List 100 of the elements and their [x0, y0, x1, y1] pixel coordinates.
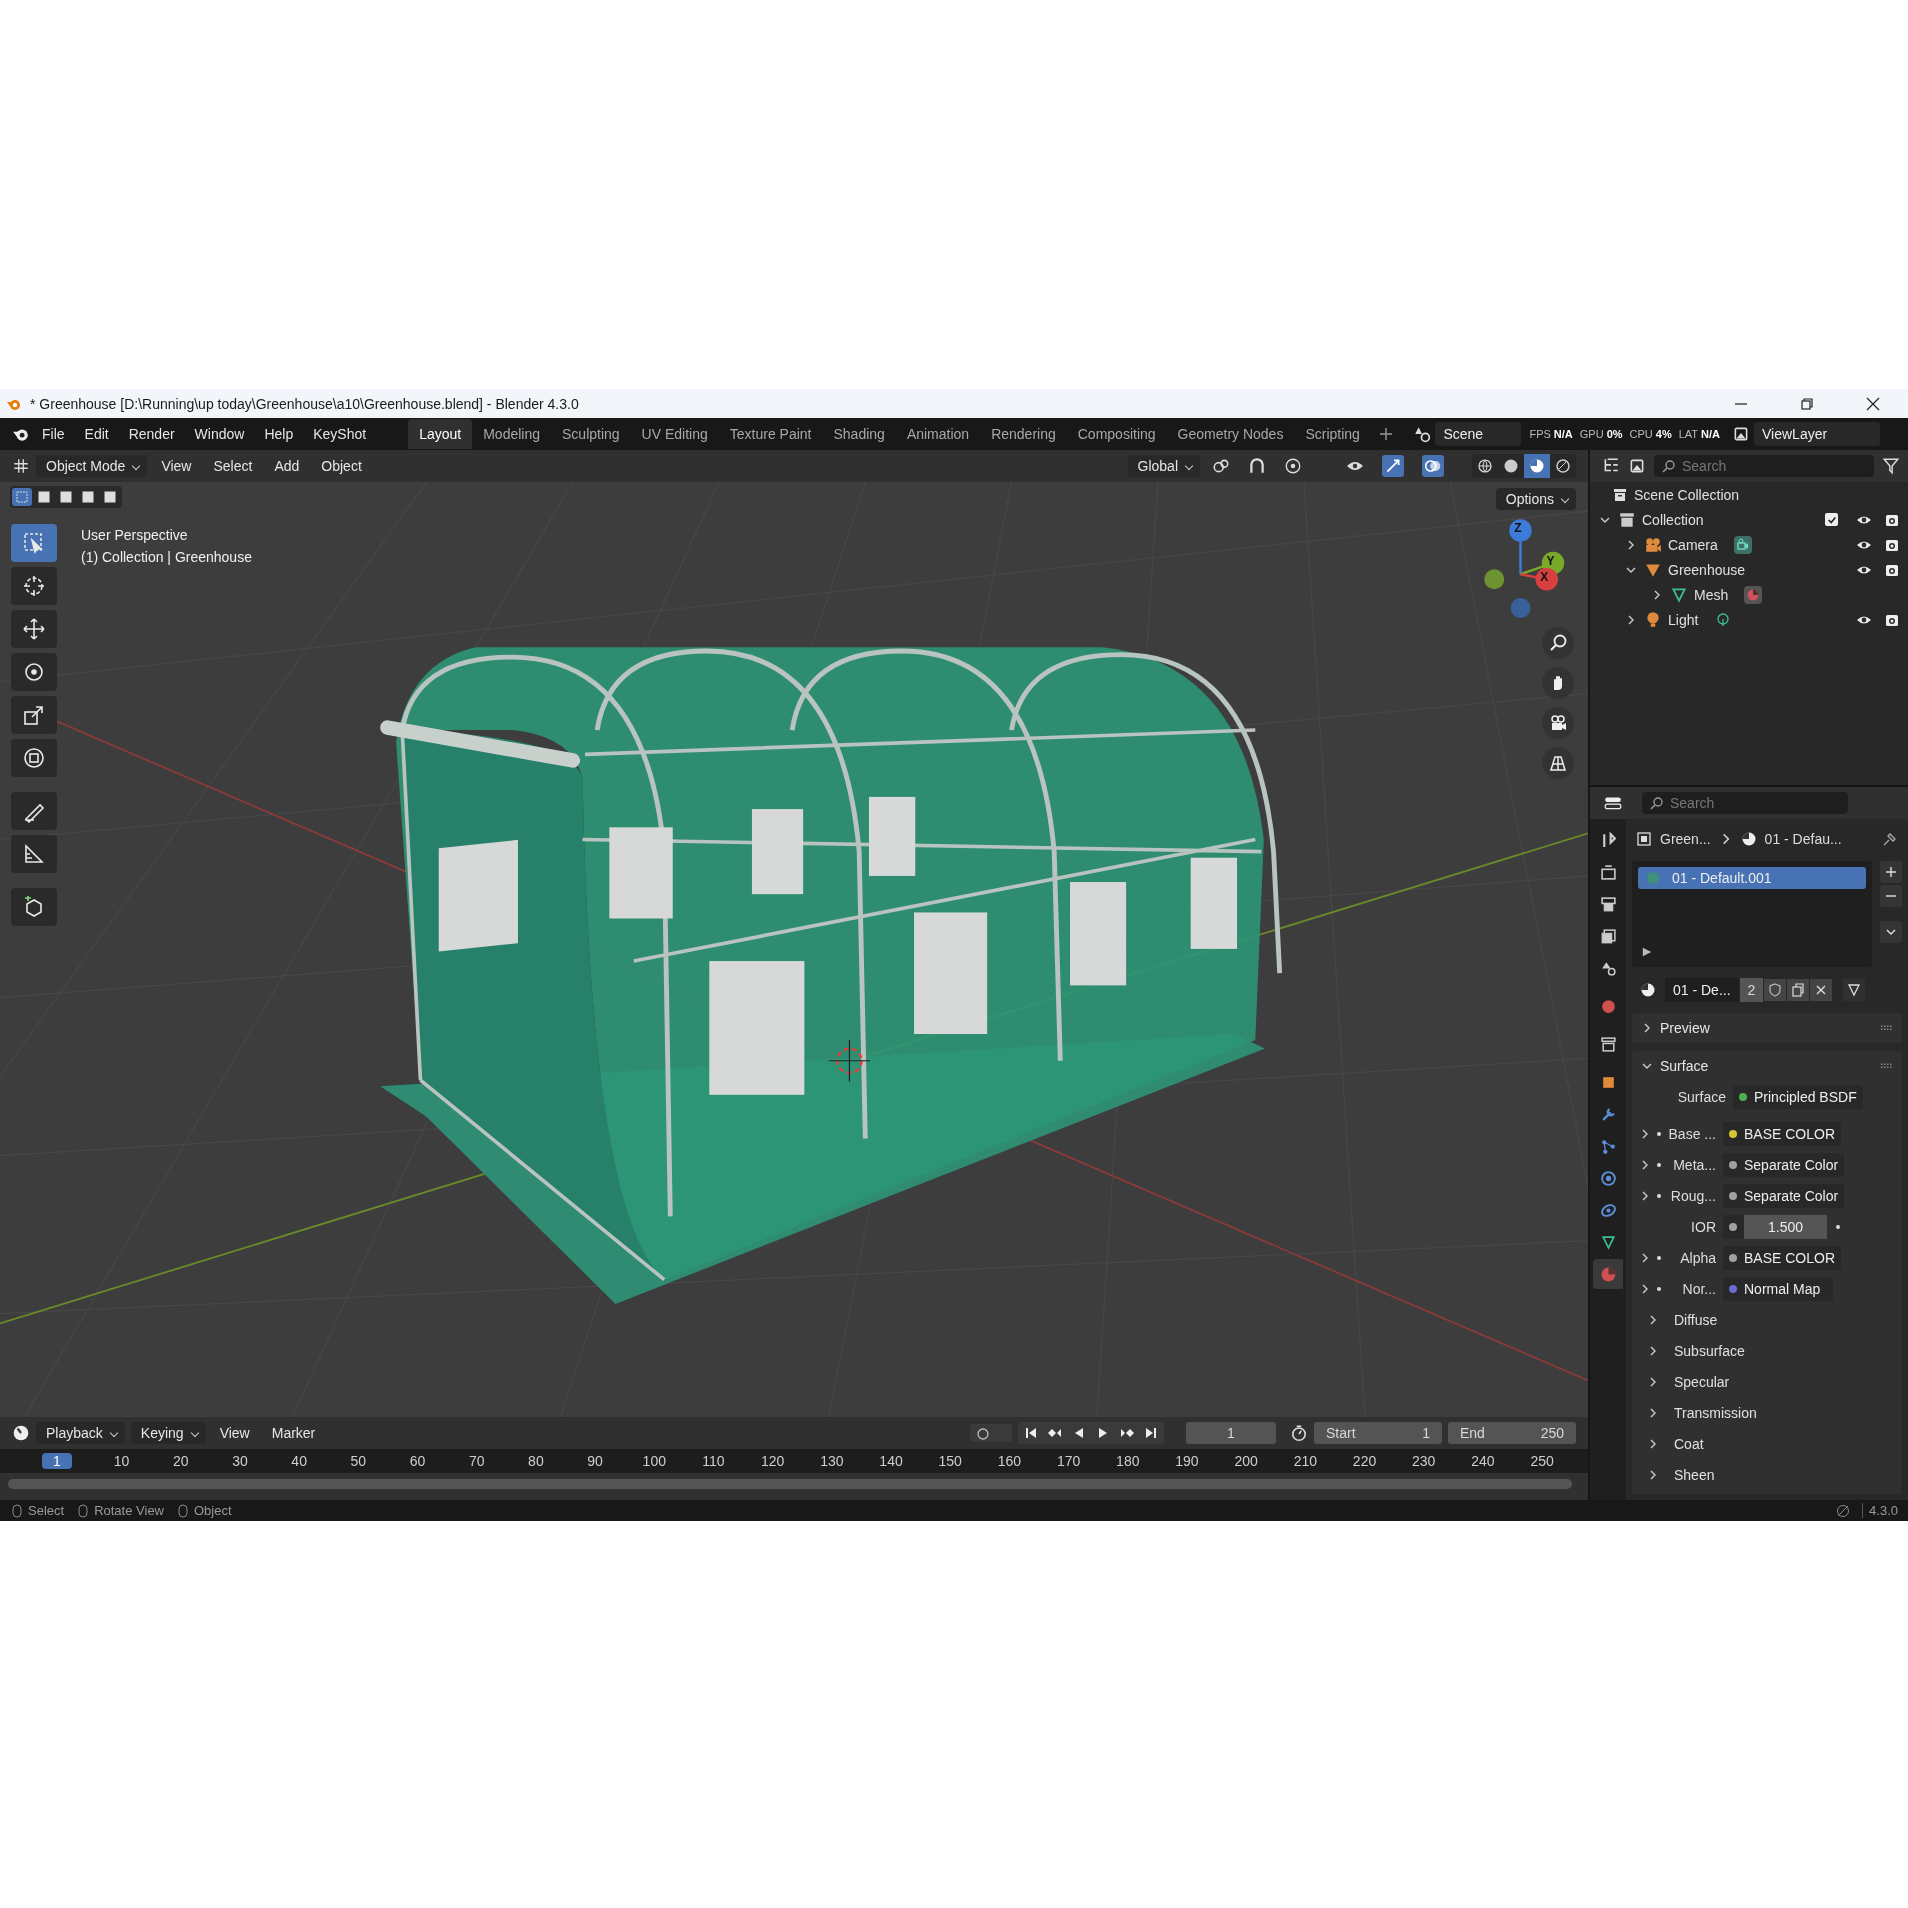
- pin-icon[interactable]: [1882, 831, 1898, 847]
- menu-item[interactable]: KeyShot: [305, 423, 375, 445]
- menu-item[interactable]: Help: [256, 423, 302, 445]
- panel-title[interactable]: Surface: [1660, 1058, 1709, 1074]
- menu-item[interactable]: Edit: [76, 423, 117, 445]
- tree-item-label[interactable]: Greenhouse: [1668, 561, 1746, 578]
- link-field[interactable]: BASE COLOR: [1723, 1245, 1842, 1270]
- menu-item[interactable]: Object: [313, 455, 370, 477]
- shader-field[interactable]: Principled BSDF: [1733, 1084, 1863, 1109]
- jump-start-icon[interactable]: [1024, 1426, 1038, 1440]
- workspace-tab[interactable]: Modeling: [472, 419, 551, 449]
- clock-icon[interactable]: [12, 1424, 30, 1442]
- restore-icon[interactable]: [1800, 396, 1814, 411]
- options-dropdown[interactable]: Options: [1495, 488, 1576, 510]
- image-stack-icon[interactable]: [1628, 457, 1646, 475]
- slot-menu-button[interactable]: [1880, 921, 1902, 943]
- plus-icon[interactable]: [1378, 427, 1393, 441]
- tree-item-label[interactable]: Scene Collection: [1634, 486, 1740, 503]
- menu-item[interactable]: File: [34, 423, 73, 445]
- editor-type-icon[interactable]: [12, 457, 30, 475]
- view-layer-field[interactable]: ViewLayer: [1754, 422, 1880, 446]
- keyframe-dot-icon[interactable]: [1657, 1286, 1661, 1291]
- keyframe-dot-icon[interactable]: [1657, 1131, 1661, 1136]
- material-shading-button[interactable]: [1524, 454, 1550, 478]
- filter-icon[interactable]: [1882, 457, 1900, 475]
- remove-slot-button[interactable]: [1880, 885, 1902, 907]
- start-frame-field[interactable]: Start 1: [1314, 1422, 1442, 1444]
- menu-item[interactable]: Add: [266, 455, 308, 477]
- drag-handle-icon[interactable]: [1880, 1025, 1894, 1031]
- workspace-tab[interactable]: UV Editing: [630, 419, 719, 449]
- search-field[interactable]: Search: [1642, 792, 1848, 814]
- keyframe-dot-icon[interactable]: [1657, 1255, 1661, 1260]
- fake-user-button[interactable]: [1764, 979, 1787, 1001]
- annotate-tool-button[interactable]: [11, 792, 57, 830]
- pan-button[interactable]: [1542, 667, 1574, 699]
- workspace-tab[interactable]: Geometry Nodes: [1166, 419, 1295, 449]
- duplicate-button[interactable]: [1787, 979, 1810, 1001]
- pivot-icon[interactable]: [1212, 457, 1230, 475]
- transform-tool-button[interactable]: [11, 739, 57, 777]
- image-stack-icon[interactable]: [1732, 425, 1750, 443]
- link-field[interactable]: Separate Color: [1723, 1183, 1845, 1208]
- rotate-tool-button[interactable]: [11, 653, 57, 691]
- workspace-tab[interactable]: Rendering: [980, 419, 1067, 449]
- camera-view-button[interactable]: [1542, 707, 1574, 739]
- menu-item[interactable]: View: [153, 455, 200, 477]
- workspace-tab[interactable]: Animation: [895, 419, 981, 449]
- tree-item-label[interactable]: Camera: [1668, 536, 1718, 553]
- menu-dropdown[interactable]: Keying: [130, 1422, 206, 1444]
- subpanel-title[interactable]: Specular: [1674, 1373, 1730, 1390]
- keyframe-dot-icon[interactable]: [1657, 1162, 1661, 1167]
- link-field[interactable]: Separate Color: [1723, 1152, 1845, 1177]
- subpanel-title[interactable]: Coat: [1674, 1435, 1704, 1452]
- timeline-scrollbar[interactable]: [8, 1479, 1572, 1489]
- workspace-tab[interactable]: Scripting: [1294, 419, 1371, 449]
- subpanel-title[interactable]: Transmission: [1674, 1404, 1757, 1421]
- subpanel-title[interactable]: Diffuse: [1674, 1311, 1718, 1328]
- jump-end-icon[interactable]: [1144, 1426, 1158, 1440]
- scene-field[interactable]: Scene: [1435, 422, 1522, 446]
- mode-dropdown[interactable]: Object Mode: [36, 455, 148, 477]
- checkbox[interactable]: [1825, 513, 1838, 526]
- menu-dropdown[interactable]: Playback: [36, 1422, 125, 1444]
- tree-item-label[interactable]: Collection: [1642, 511, 1704, 528]
- keyframe-dot-icon[interactable]: [1657, 1193, 1661, 1198]
- proportional-edit-icon[interactable]: [1284, 457, 1302, 475]
- keyframe-dot-icon[interactable]: [1836, 1224, 1840, 1229]
- scene-icon[interactable]: [1413, 425, 1432, 443]
- perspective-toggle-button[interactable]: [1542, 747, 1574, 779]
- workspace-tab[interactable]: Compositing: [1066, 419, 1167, 449]
- select-tool-button[interactable]: [11, 524, 57, 562]
- link-field[interactable]: Normal Map: [1723, 1276, 1833, 1301]
- link-field[interactable]: BASE COLOR: [1723, 1121, 1842, 1146]
- breadcrumb-item[interactable]: 01 - Defau...: [1764, 831, 1842, 847]
- workspace-tab[interactable]: Texture Paint: [718, 419, 823, 449]
- gizmo-toggle-icon[interactable]: [1382, 455, 1404, 477]
- menu-item[interactable]: Window: [186, 423, 253, 445]
- measure-tool-button[interactable]: [11, 835, 57, 873]
- stopwatch-icon[interactable]: [1290, 1424, 1308, 1442]
- drag-handle-icon[interactable]: [1880, 1063, 1894, 1069]
- orientation-dropdown[interactable]: Global: [1127, 455, 1200, 477]
- breadcrumb-item[interactable]: Green...: [1660, 831, 1711, 847]
- add-slot-button[interactable]: [1880, 861, 1902, 883]
- editor-type-icon[interactable]: [1604, 794, 1622, 812]
- menu-item[interactable]: Marker: [263, 1422, 324, 1444]
- scale-tool-button[interactable]: [11, 696, 57, 734]
- 3d-viewport[interactable]: User Perspective (1) Collection | Greenhouse Options Z Y X: [0, 482, 1588, 1417]
- tree-item-label[interactable]: Mesh: [1694, 586, 1729, 603]
- snap-magnet-icon[interactable]: [1248, 457, 1266, 475]
- cursor-tool-button[interactable]: [11, 567, 57, 605]
- auto-keying-button[interactable]: [970, 1424, 1012, 1442]
- end-frame-field[interactable]: End 250: [1448, 1422, 1576, 1444]
- add-cube-tool-button[interactable]: [11, 888, 57, 926]
- overlay-toggle-icon[interactable]: [1422, 455, 1444, 477]
- number-field[interactable]: 1.500: [1723, 1214, 1827, 1239]
- menu-item[interactable]: Select: [205, 455, 261, 477]
- workspace-tab[interactable]: Layout: [408, 419, 473, 449]
- user-count-button[interactable]: 2: [1739, 978, 1764, 1002]
- prev-key-icon[interactable]: [1048, 1426, 1062, 1440]
- unlink-button[interactable]: [1810, 979, 1833, 1001]
- workspace-tab[interactable]: Shading: [822, 419, 896, 449]
- current-frame-field[interactable]: 1: [1186, 1422, 1276, 1444]
